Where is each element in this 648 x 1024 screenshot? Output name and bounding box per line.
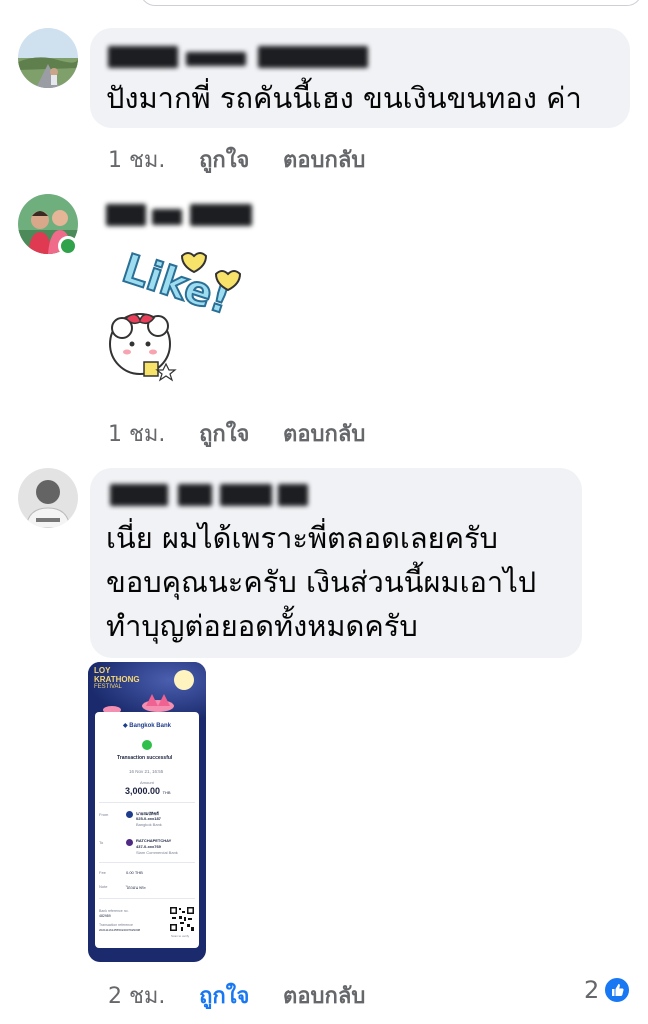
like-button[interactable]: ถูกใจ (199, 148, 249, 173)
commenter-name-redacted[interactable] (106, 204, 254, 226)
reaction-count: 2 (584, 976, 600, 1004)
like-button[interactable]: ถูกใจ (199, 984, 249, 1009)
comment-actions: 1 ชม. ถูกใจ ตอบกลับ (108, 142, 391, 177)
to-label: To (99, 840, 104, 845)
comment-bubble[interactable]: เนี่ย ผมได้เพราะพี่ตลอดเลยครับ ขอบคุณนะค… (90, 468, 582, 658)
banner-line-3: FESTIVAL (94, 684, 122, 690)
comment-time[interactable]: 1 ชม. (108, 422, 165, 447)
to-account: 437-0-xxx769 (136, 844, 161, 849)
avatar[interactable] (18, 28, 78, 88)
banner-line-2: KRATHONG (94, 675, 140, 684)
to-bank: Siam Commercial Bank (136, 850, 178, 855)
receipt-card: ◆ Bangkok Bank Transaction successful 16… (95, 712, 199, 948)
transaction-status: Transaction successful (117, 755, 173, 761)
like-button[interactable]: ถูกใจ (199, 422, 249, 447)
bank-name: Bangkok Bank (129, 723, 171, 729)
divider (99, 898, 195, 899)
divider (99, 802, 195, 803)
txn-ref-value: 2021111614555024007929308 (99, 928, 141, 932)
comment-text: ปังมากพี่ รถคันนี้เฮง ขนเงินขนทอง ค่า (106, 81, 582, 115)
currency: THB (162, 790, 171, 795)
comment-text-line: ขอบคุณนะครับ เงินส่วนนี้ผมเอาไป (106, 565, 537, 599)
banner-line-1: LOY (94, 666, 111, 675)
comment-actions: 1 ชม. ถูกใจ ตอบกลับ (108, 416, 391, 451)
qr-code-icon (169, 906, 195, 932)
comment-time[interactable]: 1 ชม. (108, 148, 165, 173)
note-value: ไถ่ถอน พระ (126, 885, 147, 890)
commenter-name-redacted[interactable] (110, 484, 310, 506)
divider (99, 862, 195, 863)
reply-input-edge[interactable] (140, 0, 642, 6)
comment-bubble[interactable]: ปังมากพี่ รถคันนี้เฮง ขนเงินขนทอง ค่า (90, 28, 630, 128)
txn-ref-label: Transaction reference (99, 923, 133, 927)
reply-button[interactable]: ตอบกลับ (283, 148, 365, 173)
ref-value: 482989 (99, 914, 111, 918)
amount-value: 3,000.00 THB (125, 786, 171, 796)
fee-value: 0.00 THB (126, 870, 143, 875)
reply-button[interactable]: ตอบกลับ (283, 984, 365, 1009)
sticker-text: Like! (117, 246, 236, 324)
like-sticker[interactable]: Like! (100, 244, 250, 392)
avatar[interactable] (18, 468, 78, 528)
to-bank-icon (126, 839, 133, 846)
comment-actions: 2 ชม. ถูกใจ ตอบกลับ (108, 978, 391, 1013)
amount: 3,000.00 (125, 786, 161, 796)
online-status-indicator (58, 236, 78, 256)
commenter-name-redacted[interactable] (108, 46, 378, 68)
from-bank-icon (126, 811, 133, 818)
thumbs-up-icon (603, 976, 632, 1004)
comment-text-line: เนี่ย ผมได้เพราะพี่ตลอดเลยครับ (106, 521, 498, 555)
amount-label: Amount (140, 780, 154, 785)
note-label: Note (99, 884, 108, 889)
comment-time[interactable]: 2 ชม. (108, 984, 165, 1009)
comment-text-line: ทำบุญต่อยอดทั้งหมดครับ (106, 609, 418, 643)
transaction-datetime: 16 Nov 21, 16:55 (129, 769, 164, 774)
from-label: From (99, 812, 109, 817)
transfer-receipt-image[interactable]: LOY KRATHONG FESTIVAL ◆ Bangkok Bank Tra… (88, 662, 206, 962)
ref-label: Bank reference no. (99, 909, 129, 913)
from-account: 025-0-xxx187 (136, 816, 161, 821)
fee-label: Fee (99, 870, 106, 875)
scan-label: Scan to verify (171, 934, 190, 938)
reply-button[interactable]: ตอบกลับ (283, 422, 365, 447)
bank-logo: ◆ Bangkok Bank (123, 722, 171, 729)
from-bank: Bangkok Bank (136, 822, 162, 827)
reaction-summary[interactable]: 2 (584, 976, 632, 1004)
success-check-icon (142, 740, 152, 750)
to-name: RATCHAPETCHAY (136, 838, 172, 843)
